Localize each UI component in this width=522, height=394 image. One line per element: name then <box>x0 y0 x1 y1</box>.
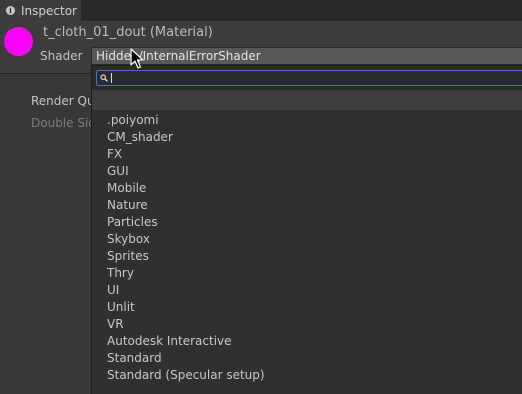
shader-list-item[interactable]: Standard (Specular setup) <box>92 367 522 384</box>
material-title: t_cloth_01_dout (Material) <box>43 25 213 40</box>
shader-list-item[interactable]: Autodesk Interactive <box>92 333 522 350</box>
shader-list-item[interactable]: Nature <box>92 197 522 214</box>
info-icon: i <box>6 6 15 15</box>
popup-title-strip <box>92 90 522 110</box>
shader-list-item[interactable]: Mobile <box>92 180 522 197</box>
shader-list-item[interactable]: GUI <box>92 163 522 180</box>
shader-dropdown[interactable]: Hidden/InternalErrorShader <box>91 47 522 65</box>
mouse-cursor-icon <box>130 48 144 69</box>
double-sided-label: Double Sid <box>31 116 96 130</box>
search-input[interactable] <box>96 70 522 86</box>
shader-popup: .poiyomi CM_shader FX GUI Mobile Nature Partic… <box>91 65 522 394</box>
search-icon <box>100 74 108 82</box>
shader-list-item[interactable]: .poiyomi <box>92 112 522 129</box>
tab-inspector[interactable]: i Inspector <box>0 0 81 21</box>
shader-list-item[interactable]: CM_shader <box>92 129 522 146</box>
shader-list-item[interactable]: Unlit <box>92 299 522 316</box>
shader-list-item[interactable]: Skybox <box>92 231 522 248</box>
tab-inspector-label: Inspector <box>21 3 77 18</box>
shader-list-item[interactable]: Sprites <box>92 248 522 265</box>
text-caret <box>111 73 112 83</box>
inspector-window: i Inspector t_cloth_01_dout (Material) S… <box>0 0 522 394</box>
shader-list: .poiyomi CM_shader FX GUI Mobile Nature Partic… <box>92 112 522 384</box>
tab-bar: i Inspector <box>0 0 522 21</box>
shader-list-item[interactable]: Particles <box>92 214 522 231</box>
shader-list-item[interactable]: FX <box>92 146 522 163</box>
shader-list-item[interactable]: UI <box>92 282 522 299</box>
shader-list-item[interactable]: Standard <box>92 350 522 367</box>
search-bar <box>92 66 522 90</box>
shader-list-item[interactable]: Thry <box>92 265 522 282</box>
render-queue-label: Render Qu <box>31 94 95 108</box>
shader-label: Shader <box>40 49 83 63</box>
material-preview-icon <box>4 27 33 56</box>
shader-list-item[interactable]: VR <box>92 316 522 333</box>
